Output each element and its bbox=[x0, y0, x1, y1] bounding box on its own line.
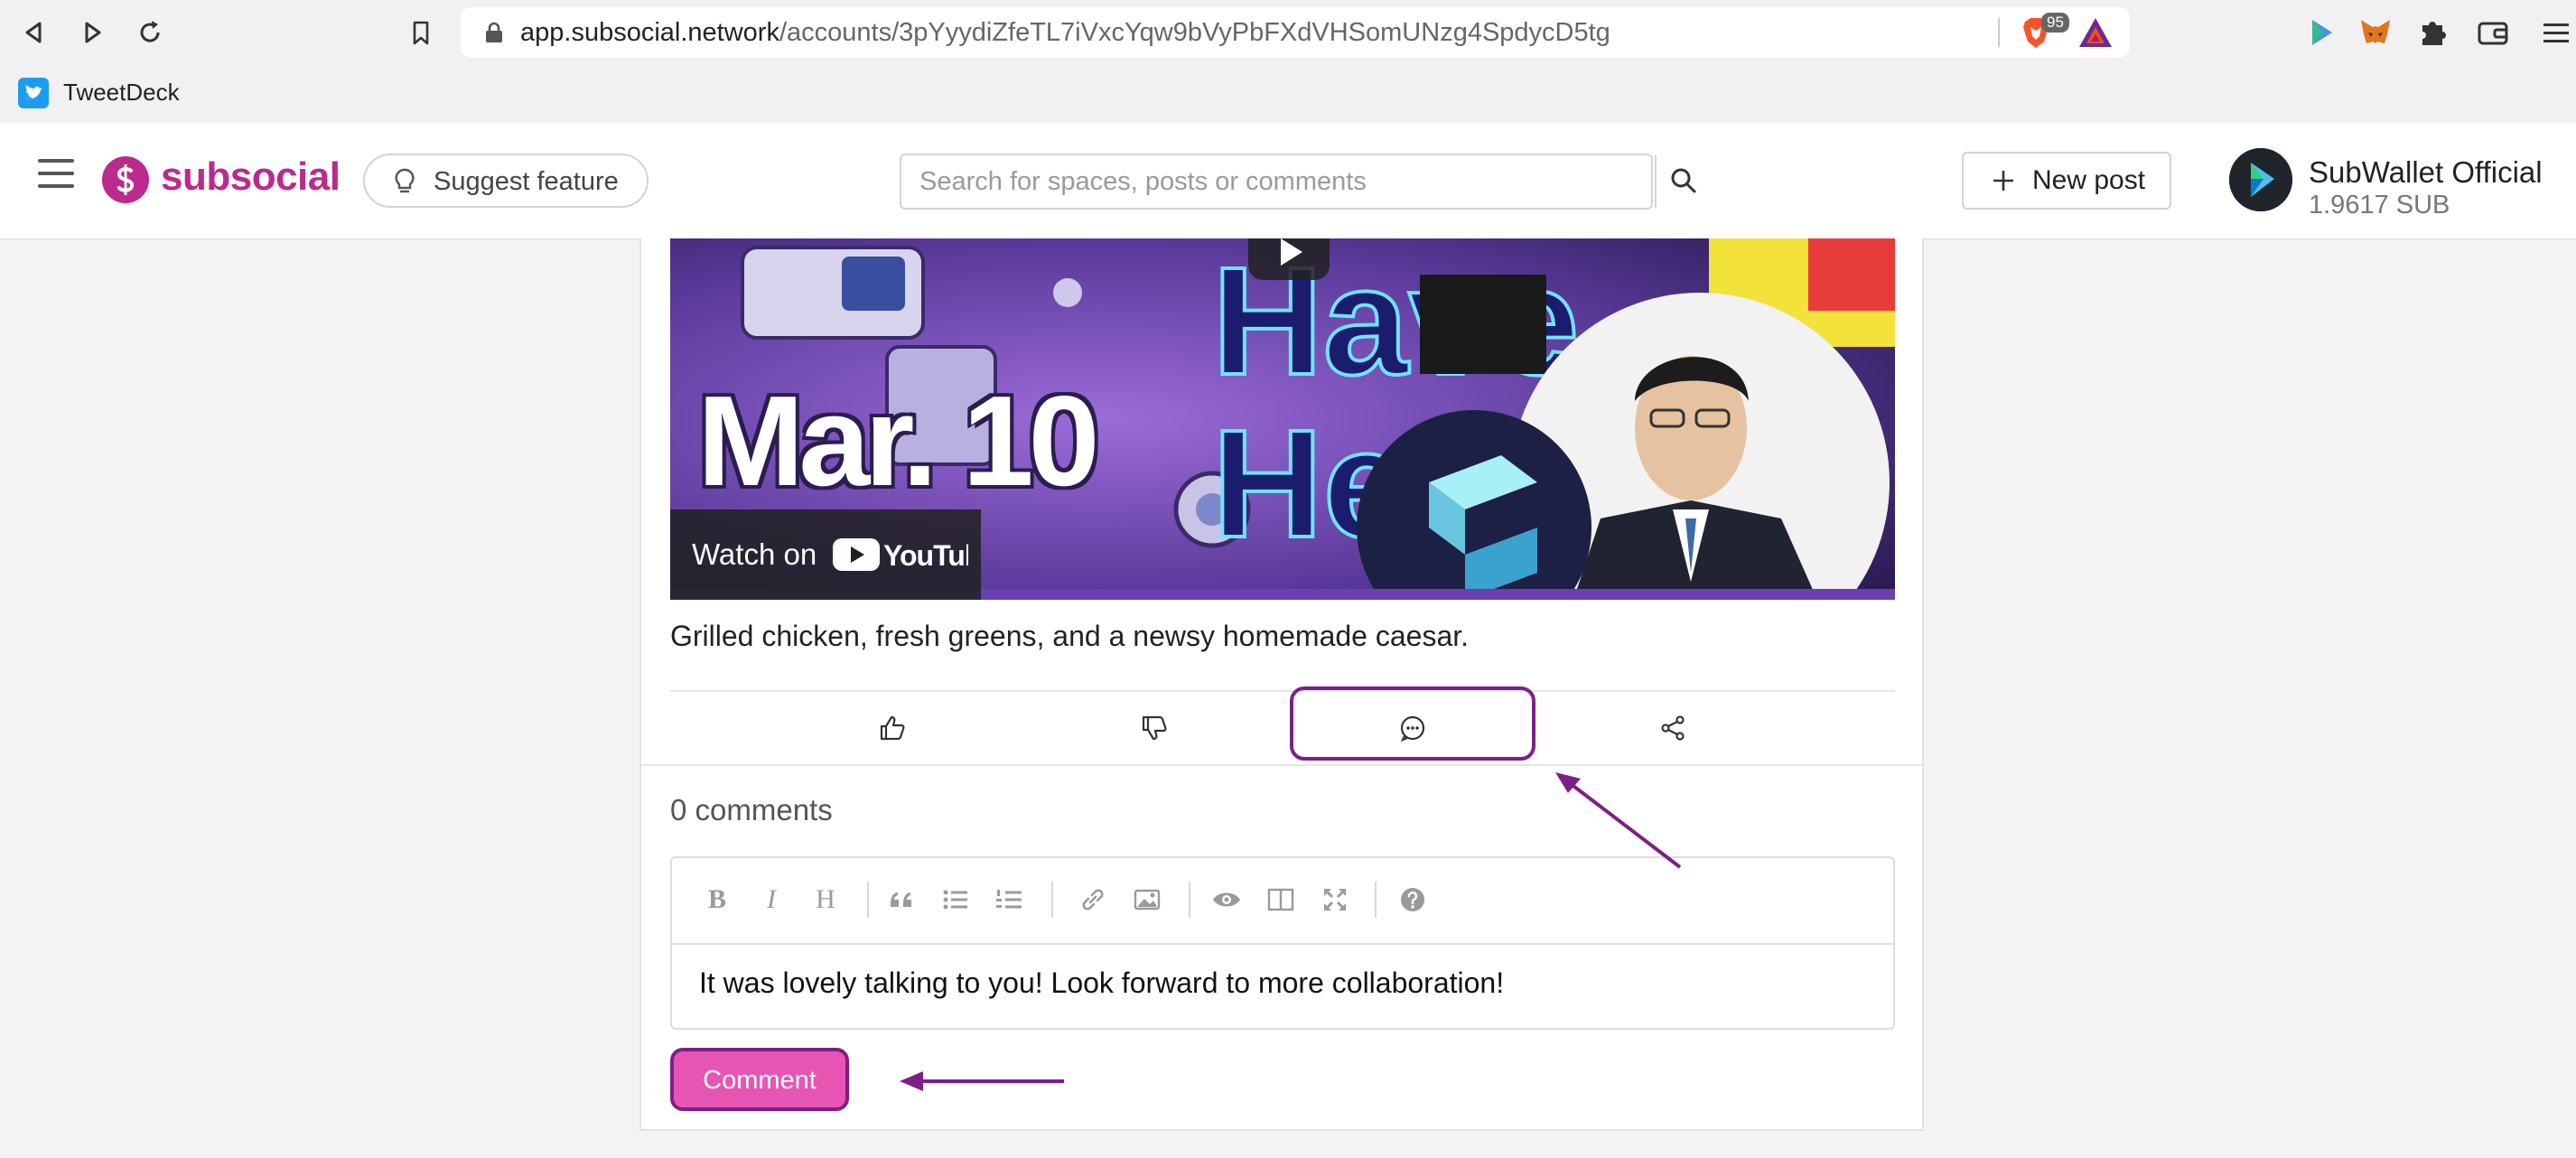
metamask-icon[interactable] bbox=[2357, 14, 2394, 51]
suggest-feature-button[interactable]: Suggest feature bbox=[363, 154, 649, 208]
address-bar[interactable]: app.subsocial.network/accounts/3pYyydiZf… bbox=[461, 7, 2130, 58]
downvote-button[interactable] bbox=[1127, 701, 1181, 755]
new-post-button[interactable]: New post bbox=[1962, 152, 2171, 210]
editor-toolbar: B I H bbox=[672, 858, 1893, 945]
hamburger-menu-icon[interactable] bbox=[38, 159, 74, 195]
bullet-list-icon[interactable] bbox=[939, 883, 972, 916]
bookmark-page-icon[interactable] bbox=[405, 16, 437, 49]
comment-input[interactable]: It was lovely talking to you! Look forwa… bbox=[699, 963, 1504, 1003]
post-body: Grilled chicken, fresh greens, and a new… bbox=[670, 620, 1470, 652]
toolbar-separator bbox=[1375, 882, 1377, 918]
divider bbox=[641, 764, 1922, 766]
comment-toggle-button[interactable] bbox=[1386, 701, 1440, 755]
quote-icon[interactable] bbox=[885, 883, 918, 916]
extension-blue-icon[interactable] bbox=[2303, 14, 2339, 51]
watch-on-label: Watch on bbox=[692, 537, 817, 571]
image-icon[interactable] bbox=[1131, 883, 1163, 916]
url-separator bbox=[1998, 18, 2000, 47]
video-embed[interactable]: Have Hea Mar. 10 Watch on YouTu bbox=[670, 238, 1895, 600]
subsocial-logo-icon[interactable] bbox=[101, 155, 150, 204]
toolbar-separator bbox=[1051, 882, 1053, 918]
extensions-puzzle-icon[interactable] bbox=[2415, 14, 2451, 51]
youtube-logo-icon: YouTube bbox=[833, 535, 968, 574]
avatar[interactable] bbox=[2229, 148, 2292, 211]
bold-icon[interactable]: B bbox=[701, 883, 733, 916]
toolbar-separator bbox=[1189, 882, 1190, 918]
lock-icon bbox=[484, 22, 504, 43]
comment-count: 0 comments bbox=[670, 793, 833, 826]
forward-icon[interactable] bbox=[76, 16, 108, 49]
new-post-label: New post bbox=[2032, 165, 2146, 195]
fullscreen-icon[interactable] bbox=[1319, 883, 1351, 916]
annotation-arrow-comment-button bbox=[900, 1071, 1064, 1091]
youtube-wordmark: YouTube bbox=[883, 539, 968, 572]
plus-icon bbox=[1991, 168, 2016, 193]
heading-icon[interactable]: H bbox=[809, 883, 842, 916]
watch-on-youtube-link[interactable]: Watch on YouTube bbox=[670, 509, 981, 600]
reload-icon[interactable] bbox=[134, 16, 166, 49]
play-icon[interactable] bbox=[1248, 238, 1330, 284]
comment-editor: B I H It was lovely talking to you! Look… bbox=[670, 856, 1895, 1030]
back-icon[interactable] bbox=[18, 16, 51, 49]
upvote-button[interactable] bbox=[865, 701, 919, 755]
post-card: Have Hea Mar. 10 Watch on YouTu Grilled … bbox=[639, 238, 1924, 1131]
search-icon bbox=[1671, 168, 1696, 193]
search-input[interactable] bbox=[901, 155, 1591, 208]
browser-toolbar: app.subsocial.network/accounts/3pYyydiZf… bbox=[0, 0, 2576, 65]
suggest-feature-label: Suggest feature bbox=[434, 167, 619, 196]
share-button[interactable] bbox=[1646, 701, 1700, 755]
search-box bbox=[900, 154, 1696, 210]
thumbs-down-icon bbox=[1142, 715, 1167, 741]
comment-submit-label: Comment bbox=[703, 1066, 817, 1095]
numbered-list-icon[interactable] bbox=[994, 883, 1026, 916]
comment-bubble-icon bbox=[1400, 715, 1425, 742]
video-date-text: Mar. 10 bbox=[697, 369, 1100, 513]
post-actions bbox=[670, 686, 1895, 762]
toolbar-separator bbox=[867, 882, 869, 918]
help-icon[interactable] bbox=[1396, 883, 1429, 916]
brave-rewards-icon[interactable] bbox=[2077, 16, 2114, 49]
lightbulb-icon bbox=[392, 168, 417, 195]
shields-count-badge: 95 bbox=[2041, 13, 2069, 33]
twitter-icon bbox=[18, 78, 49, 108]
italic-icon[interactable]: I bbox=[755, 883, 788, 916]
comment-submit-button[interactable]: Comment bbox=[670, 1048, 849, 1111]
wallet-icon[interactable] bbox=[2475, 14, 2511, 51]
account-name[interactable]: SubWallet Official bbox=[2309, 155, 2543, 190]
share-icon bbox=[1661, 715, 1685, 741]
url-text: app.subsocial.network/accounts/3pYyydiZf… bbox=[520, 18, 1610, 47]
search-button[interactable] bbox=[1655, 155, 1711, 208]
side-by-side-icon[interactable] bbox=[1265, 883, 1297, 916]
account-balance: 1.9617 SUB bbox=[2309, 191, 2450, 219]
bookmarks-bar: TweetDeck bbox=[0, 65, 2576, 125]
logo-text[interactable]: subsocial bbox=[161, 150, 341, 204]
annotation-arrow-comment-icon bbox=[1555, 772, 1682, 869]
bookmark-tweetdeck[interactable]: TweetDeck bbox=[63, 76, 180, 108]
link-icon[interactable] bbox=[1077, 883, 1109, 916]
menu-icon[interactable] bbox=[2538, 14, 2574, 51]
thumbs-up-icon bbox=[880, 715, 905, 741]
preview-eye-icon[interactable] bbox=[1210, 883, 1243, 916]
app-header: subsocial Suggest feature New post SubWa… bbox=[0, 123, 2576, 240]
